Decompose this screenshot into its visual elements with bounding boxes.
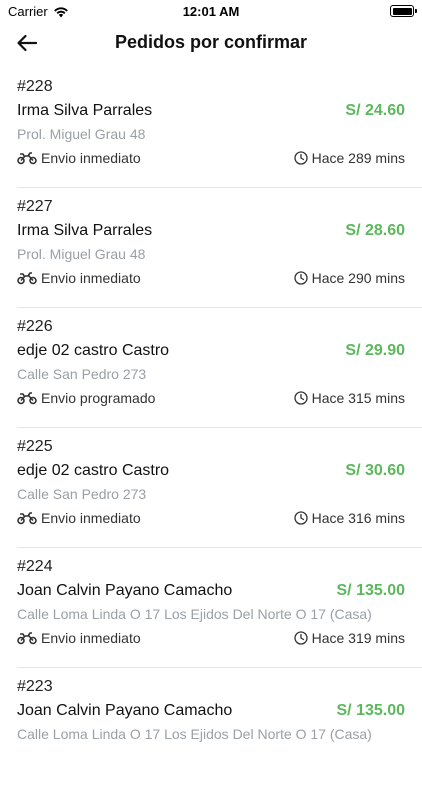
order-address: Calle Loma Linda O 17 Los Ejidos Del Nor… [17, 606, 372, 622]
orders-list: #228 Irma Silva Parrales S/ 24.60 Prol. … [0, 68, 422, 788]
order-price: S/ 135.00 [336, 582, 406, 599]
order-row[interactable]: #227 Irma Silva Parrales S/ 28.60 Prol. … [17, 188, 422, 308]
page-title: Pedidos por confirmar [114, 32, 308, 52]
order-meta: Envio inmediato Hace 316 mins [17, 510, 405, 530]
customer-name: edje 02 castro Castro [17, 342, 170, 359]
customer-name: Joan Calvin Payano Camacho [17, 702, 233, 719]
nav-header: Pedidos por confirmar [0, 22, 422, 64]
shipping-type: Envio programado [17, 390, 155, 406]
order-address: Calle San Pedro 273 [17, 366, 147, 382]
shipping-label: Envio inmediato [41, 630, 141, 646]
order-price: S/ 28.60 [345, 222, 405, 239]
order-price: S/ 30.60 [345, 462, 405, 479]
order-number: #227 [17, 198, 53, 215]
battery-icon [390, 5, 417, 17]
status-time: 12:01 AM [182, 4, 240, 19]
elapsed-label: Hace 315 mins [311, 390, 405, 406]
status-bar: Carrier 12:01 AM [0, 0, 422, 22]
order-meta: Envio programado Hace 315 mins [17, 390, 405, 410]
order-row[interactable]: #223 Joan Calvin Payano Camacho S/ 135.0… [17, 668, 422, 788]
elapsed-time: Hace 316 mins [293, 510, 405, 526]
order-row[interactable]: #226 edje 02 castro Castro S/ 29.90 Call… [17, 308, 422, 428]
order-price: S/ 135.00 [336, 702, 406, 719]
elapsed-label: Hace 290 mins [311, 270, 405, 286]
shipping-type: Envio inmediato [17, 150, 141, 166]
elapsed-time: Hace 319 mins [293, 630, 405, 646]
clock-icon [293, 271, 308, 285]
shipping-label: Envio inmediato [41, 270, 141, 286]
order-row[interactable]: #224 Joan Calvin Payano Camacho S/ 135.0… [17, 548, 422, 668]
clock-icon [293, 151, 308, 165]
shipping-label: Envio inmediato [41, 150, 141, 166]
motorcycle-icon [17, 511, 37, 525]
order-meta: Envio inmediato Hace 319 mins [17, 630, 405, 650]
order-number: #226 [17, 318, 53, 335]
order-address: Prol. Miguel Grau 48 [17, 126, 146, 142]
order-row[interactable]: #228 Irma Silva Parrales S/ 24.60 Prol. … [17, 68, 422, 188]
shipping-type: Envio inmediato [17, 510, 141, 526]
motorcycle-icon [17, 271, 37, 285]
clock-icon [293, 511, 308, 525]
clock-icon [293, 631, 308, 645]
order-address: Calle San Pedro 273 [17, 486, 147, 502]
order-number: #228 [17, 78, 53, 95]
order-number: #223 [17, 678, 53, 695]
motorcycle-icon [17, 391, 37, 405]
order-meta: Envio inmediato Hace 290 mins [17, 270, 405, 290]
shipping-type: Envio inmediato [17, 270, 141, 286]
customer-name: Irma Silva Parrales [17, 222, 153, 239]
shipping-label: Envio programado [41, 390, 156, 406]
customer-name: Joan Calvin Payano Camacho [17, 582, 233, 599]
shipping-label: Envio inmediato [41, 510, 141, 526]
order-price: S/ 24.60 [345, 102, 405, 119]
order-number: #224 [17, 558, 53, 575]
shipping-type: Envio inmediato [17, 630, 141, 646]
elapsed-label: Hace 289 mins [311, 150, 405, 166]
elapsed-time: Hace 315 mins [293, 390, 405, 406]
order-address: Prol. Miguel Grau 48 [17, 246, 146, 262]
elapsed-label: Hace 316 mins [311, 510, 405, 526]
order-meta: Envio inmediato Hace 289 mins [17, 150, 405, 170]
order-number: #225 [17, 438, 53, 455]
customer-name: Irma Silva Parrales [17, 102, 153, 119]
order-row[interactable]: #225 edje 02 castro Castro S/ 30.60 Call… [17, 428, 422, 548]
elapsed-label: Hace 319 mins [311, 630, 405, 646]
order-price: S/ 29.90 [345, 342, 405, 359]
order-address: Calle Loma Linda O 17 Los Ejidos Del Nor… [17, 726, 372, 742]
clock-icon [293, 391, 308, 405]
elapsed-time: Hace 290 mins [293, 270, 405, 286]
elapsed-time: Hace 289 mins [293, 150, 405, 166]
motorcycle-icon [17, 631, 37, 645]
motorcycle-icon [17, 151, 37, 165]
customer-name: edje 02 castro Castro [17, 462, 170, 479]
